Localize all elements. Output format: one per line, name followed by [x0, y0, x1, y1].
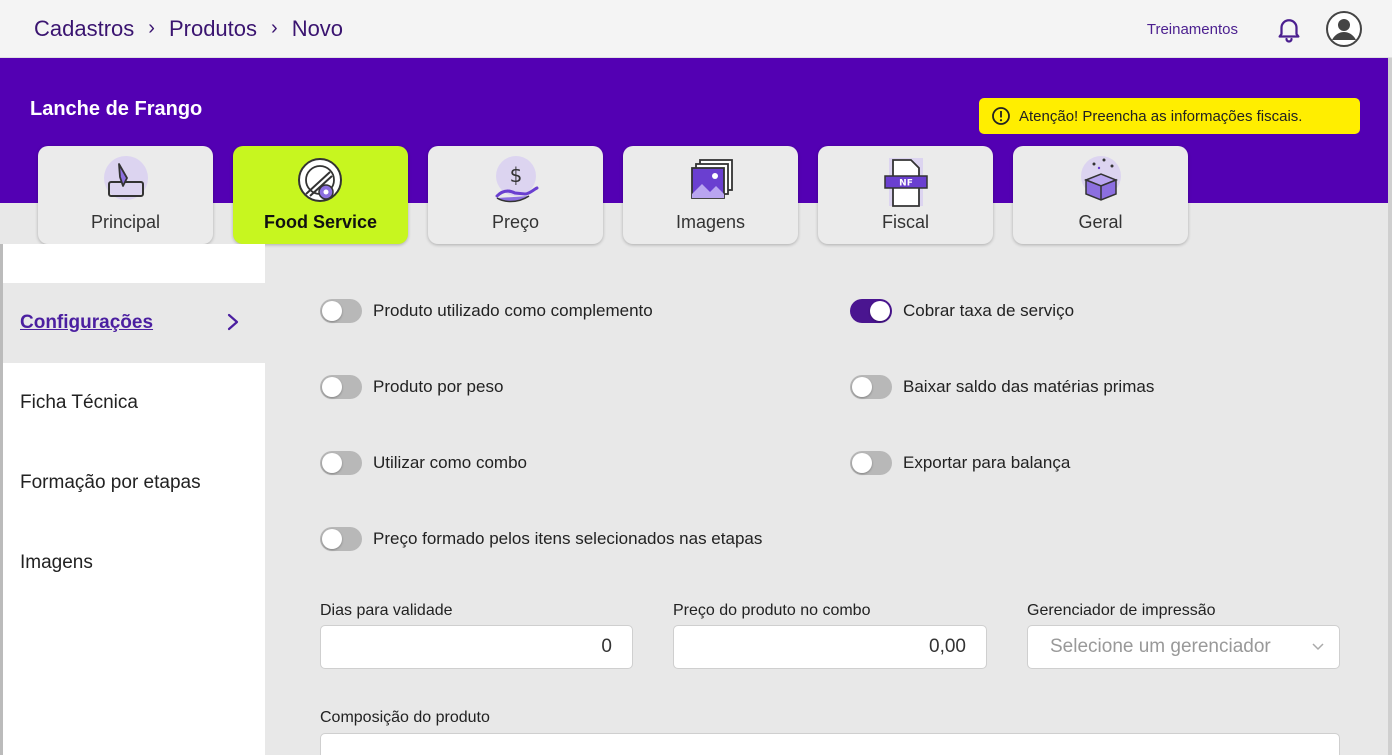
open-box-icon [1080, 156, 1121, 201]
gerenciador-select[interactable]: Selecione um gerenciador [1027, 625, 1340, 669]
tab-principal[interactable]: Principal [38, 146, 213, 244]
hand-dollar-icon: $ [495, 156, 538, 203]
toggle-row-materias-primas: Baixar saldo das matérias primas [850, 375, 1154, 399]
sidebar-item-label: Imagens [20, 552, 93, 573]
user-avatar-icon[interactable] [1326, 11, 1362, 47]
toggle-row-complemento: Produto utilizado como complemento [320, 299, 653, 323]
toggle-peso[interactable] [320, 375, 362, 399]
toggle-row-taxa-servico: Cobrar taxa de serviço [850, 299, 1074, 323]
svg-text:$: $ [509, 163, 522, 187]
gerenciador-label: Gerenciador de impressão [1027, 602, 1216, 619]
tab-label: Food Service [263, 212, 378, 232]
tab-label: Principal [90, 212, 161, 232]
scrollbar-track[interactable] [1388, 58, 1392, 755]
toggle-preco-etapas[interactable] [320, 527, 362, 551]
composicao-textarea[interactable] [320, 733, 1340, 755]
alert-text: Atenção! Preencha as informações fiscais… [1019, 107, 1303, 125]
product-name: Lanche de Frango [30, 98, 203, 120]
breadcrumb-cadastros[interactable]: Cadastros [34, 16, 134, 42]
toggle-balanca[interactable] [850, 451, 892, 475]
gerenciador-placeholder: Selecione um gerenciador [1050, 636, 1271, 657]
toggle-row-combo: Utilizar como combo [320, 451, 527, 475]
chevron-right-icon [227, 313, 239, 331]
tab-label: Preço [491, 212, 540, 232]
toggle-label: Utilizar como combo [373, 453, 527, 472]
toggle-row-balanca: Exportar para balança [850, 451, 1070, 475]
plate-cutlery-icon [297, 158, 342, 202]
nf-badge-text: NF [899, 179, 913, 189]
toggle-complemento[interactable] [320, 299, 362, 323]
dias-validade-label: Dias para validade [320, 602, 453, 619]
alert-circle-icon [992, 107, 1010, 125]
tab-preco[interactable]: $ Preço [428, 146, 603, 244]
tab-imagens[interactable]: Imagens [623, 146, 798, 244]
sidebar-item-label: Ficha Técnica [20, 392, 138, 413]
sidebar-item-configuracoes[interactable]: Configurações [3, 283, 265, 363]
tab-label: Imagens [675, 212, 746, 232]
sidebar: Configurações Ficha Técnica Formação por… [0, 244, 265, 755]
breadcrumb: Cadastros › Produtos › Novo [34, 16, 343, 42]
images-icon [690, 159, 733, 199]
tab-food-service[interactable]: Food Service [233, 146, 408, 244]
toggle-label: Baixar saldo das matérias primas [903, 377, 1155, 396]
toggle-taxa-servico[interactable] [850, 299, 892, 323]
sidebar-item-label: Configurações [20, 312, 154, 333]
chevron-right-icon: › [148, 17, 155, 39]
breadcrumb-produtos[interactable]: Produtos [169, 16, 257, 42]
sidebar-item-imagens[interactable]: Imagens [3, 523, 265, 603]
tab-fiscal[interactable]: NF Fiscal [818, 146, 993, 244]
toggle-label: Produto por peso [373, 377, 504, 396]
pencil-edit-icon [103, 156, 148, 200]
preco-combo-input[interactable]: 0,00 [673, 625, 987, 669]
toggle-label: Cobrar taxa de serviço [903, 301, 1075, 320]
preco-combo-value: 0,00 [929, 636, 966, 657]
toggle-materias-primas[interactable] [850, 375, 892, 399]
sidebar-item-ficha-tecnica[interactable]: Ficha Técnica [3, 363, 265, 443]
tab-label: Fiscal [881, 212, 929, 232]
dias-validade-input[interactable]: 0 [320, 625, 633, 669]
fiscal-alert-banner: Atenção! Preencha as informações fiscais… [979, 98, 1360, 134]
chevron-right-icon: › [271, 17, 278, 39]
treinamentos-link[interactable]: Treinamentos [1147, 21, 1238, 38]
toggle-label: Exportar para balança [903, 453, 1071, 472]
toggle-label: Produto utilizado como complemento [373, 301, 653, 320]
toggle-combo[interactable] [320, 451, 362, 475]
dias-validade-value: 0 [601, 636, 612, 657]
nf-document-icon: NF [883, 158, 928, 207]
chevron-down-icon [1312, 643, 1324, 651]
breadcrumb-novo: Novo [291, 15, 344, 41]
top-bar: Cadastros › Produtos › Novo Treinamentos [0, 0, 1392, 58]
tab-label: Geral [1078, 212, 1123, 232]
composicao-label: Composição do produto [320, 709, 490, 726]
tab-geral[interactable]: Geral [1013, 146, 1188, 244]
toggle-row-peso: Produto por peso [320, 375, 503, 399]
sidebar-item-formacao-etapas[interactable]: Formação por etapas [3, 443, 265, 523]
toggle-row-preco-etapas: Preço formado pelos itens selecionados n… [320, 527, 762, 551]
preco-combo-label: Preço do produto no combo [673, 602, 871, 619]
bell-icon[interactable] [1274, 14, 1304, 44]
toggle-label: Preço formado pelos itens selecionados n… [373, 529, 763, 548]
sidebar-item-label: Formação por etapas [20, 472, 201, 493]
